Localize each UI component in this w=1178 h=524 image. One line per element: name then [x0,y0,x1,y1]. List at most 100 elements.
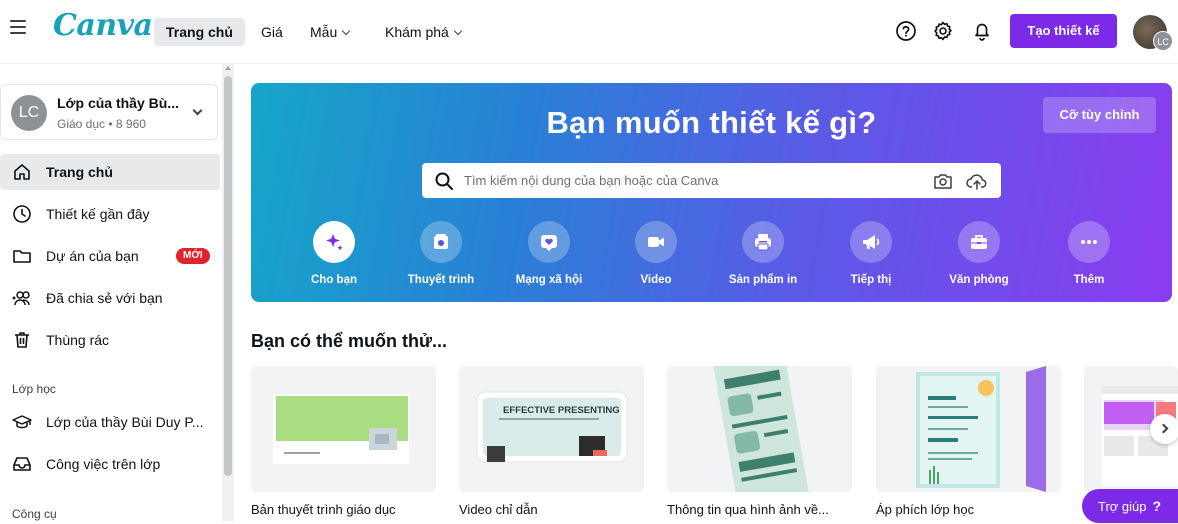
infographic-thumbnail [712,366,810,492]
category-label: Cho bạn [311,274,357,286]
nav-templates[interactable]: Mẫu [298,18,361,46]
presentation-icon [420,221,462,263]
category-label: Mạng xã hội [515,274,583,286]
card-label[interactable]: Bản thuyết trình giáo dục [251,502,396,517]
sidebar-item-label: Đã chia sẻ với bạn [46,290,163,306]
category-label: Văn phòng [949,274,1009,286]
bell-icon[interactable] [971,20,993,42]
canva-logo[interactable]: Canva [53,8,153,43]
category-social-media[interactable]: Mạng xã hội [504,221,594,286]
sidebar-item-label: Trang chủ [46,164,113,180]
hero-banner: Bạn muốn thiết kế gì? Cỡ tùy chỉnh Cho b… [251,83,1172,302]
category-label: Sản phẩm in [728,274,798,286]
search-icon [435,172,453,190]
more-icon [1068,221,1110,263]
nav-pricing[interactable]: Giá [249,18,295,46]
card-label[interactable]: Thông tin qua hình ảnh về... [667,502,829,517]
class-poster-thumbnail [916,366,1046,492]
camera-icon[interactable] [933,171,953,191]
section-label-classes: Lớp học [12,382,56,396]
nav-discover-label: Khám phá [385,24,449,40]
suggestion-card-tutorial-video[interactable]: EFFECTIVE PRESENTING [459,366,644,492]
sidebar: LC Lớp của thầy Bù... Giáo dục • 8 960 T… [0,64,222,521]
card-label[interactable]: Áp phích lớp học [876,502,974,517]
settings-icon[interactable] [932,20,954,42]
scroll-up-icon[interactable] [225,66,231,70]
chevron-down-icon [192,105,203,116]
sidebar-item-recent[interactable]: Thiết kế gần đây [0,196,220,232]
menu-icon[interactable] [10,20,26,34]
nav-home[interactable]: Trang chủ [154,18,245,46]
sidebar-item-label: Thiết kế gần đây [46,206,150,222]
clock-icon [13,205,31,223]
question-mark-icon: ? [1152,498,1162,514]
search-bar[interactable] [422,163,1001,198]
category-for-you[interactable]: Cho bạn [289,221,379,286]
sidebar-item-label: Công việc trên lớp [46,456,161,472]
tutorial-video-thumbnail [476,391,628,463]
sparkle-icon [313,221,355,263]
suggestions-title: Bạn có thể muốn thử... [251,331,448,351]
section-label-tools: Công cụ [12,507,57,521]
help-button[interactable]: Trợ giúp? [1082,489,1178,523]
scrollbar-thumb[interactable] [224,76,232,476]
category-label: Thêm [1073,274,1105,286]
sidebar-item-trash[interactable]: Thùng rác [0,322,220,358]
create-design-button[interactable]: Tạo thiết kế [1010,14,1117,48]
carousel-next-button[interactable] [1150,414,1178,444]
team-name: Lớp của thầy Bù... [57,95,179,111]
hero-title: Bạn muốn thiết kế gì? [546,105,877,140]
category-video[interactable]: Video [611,221,701,286]
sidebar-item-label: Lớp của thầy Bùi Duy P... [46,414,204,430]
chevron-down-icon [341,26,351,36]
megaphone-icon [850,221,892,263]
trash-icon [15,332,29,348]
custom-size-button[interactable]: Cỡ tùy chỉnh [1043,97,1156,133]
sidebar-item-class[interactable]: Lớp của thầy Bùi Duy P... [0,404,220,440]
printer-icon [742,221,784,263]
help-button-label: Trợ giúp [1098,499,1147,514]
heart-icon [528,221,570,263]
sidebar-item-label: Dự án của bạn [46,248,139,264]
sidebar-item-label: Thùng rác [46,332,110,348]
sidebar-item-classwork[interactable]: Công việc trên lớp [0,446,220,482]
avatar[interactable]: LC [1133,15,1173,51]
sidebar-scrollbar[interactable] [222,64,234,521]
shared-users-icon [12,291,30,306]
team-switcher[interactable]: LC Lớp của thầy Bù... Giáo dục • 8 960 [0,84,218,140]
graduation-cap-icon [12,415,32,429]
category-office[interactable]: Văn phòng [934,221,1024,286]
category-label: Tiếp thị [850,274,892,286]
suggestion-card-infographic[interactable] [667,366,852,492]
suggestion-card-edu-presentation[interactable] [251,366,436,492]
briefcase-icon [958,221,1000,263]
nav-templates-label: Mẫu [310,24,338,40]
help-icon[interactable] [895,20,917,42]
suggestion-card-class-poster[interactable] [876,366,1061,492]
search-input[interactable] [464,163,924,198]
sidebar-item-shared[interactable]: Đã chia sẻ với bạn [0,280,220,316]
sidebar-item-home[interactable]: Trang chủ [0,154,220,190]
chevron-down-icon [453,26,463,36]
category-label: Thuyết trình [407,274,475,286]
card-label[interactable]: Video chỉ dẫn [459,502,538,517]
team-avatar: LC [11,95,47,131]
sidebar-item-projects[interactable]: Dự án của bạn MỚI [0,238,220,274]
new-badge: MỚI [176,248,210,264]
video-icon [635,221,677,263]
category-more[interactable]: Thêm [1044,221,1134,286]
inbox-icon [13,457,31,471]
category-print[interactable]: Sản phẩm in [718,221,808,286]
avatar-initials: LC [1153,31,1173,51]
top-bar: Canva Trang chủ Giá Mẫu Khám phá Tạo thi… [0,0,1178,64]
chevron-right-icon [1158,423,1169,434]
category-label: Video [640,274,672,286]
upload-icon[interactable] [966,171,988,191]
team-subtitle: Giáo dục • 8 960 [57,117,146,131]
thumb-text: EFFECTIVE PRESENTING [503,405,620,416]
folder-icon [13,250,31,263]
nav-discover[interactable]: Khám phá [373,18,473,46]
category-marketing[interactable]: Tiếp thị [826,221,916,286]
category-presentation[interactable]: Thuyết trình [396,221,486,286]
home-icon [14,164,30,180]
